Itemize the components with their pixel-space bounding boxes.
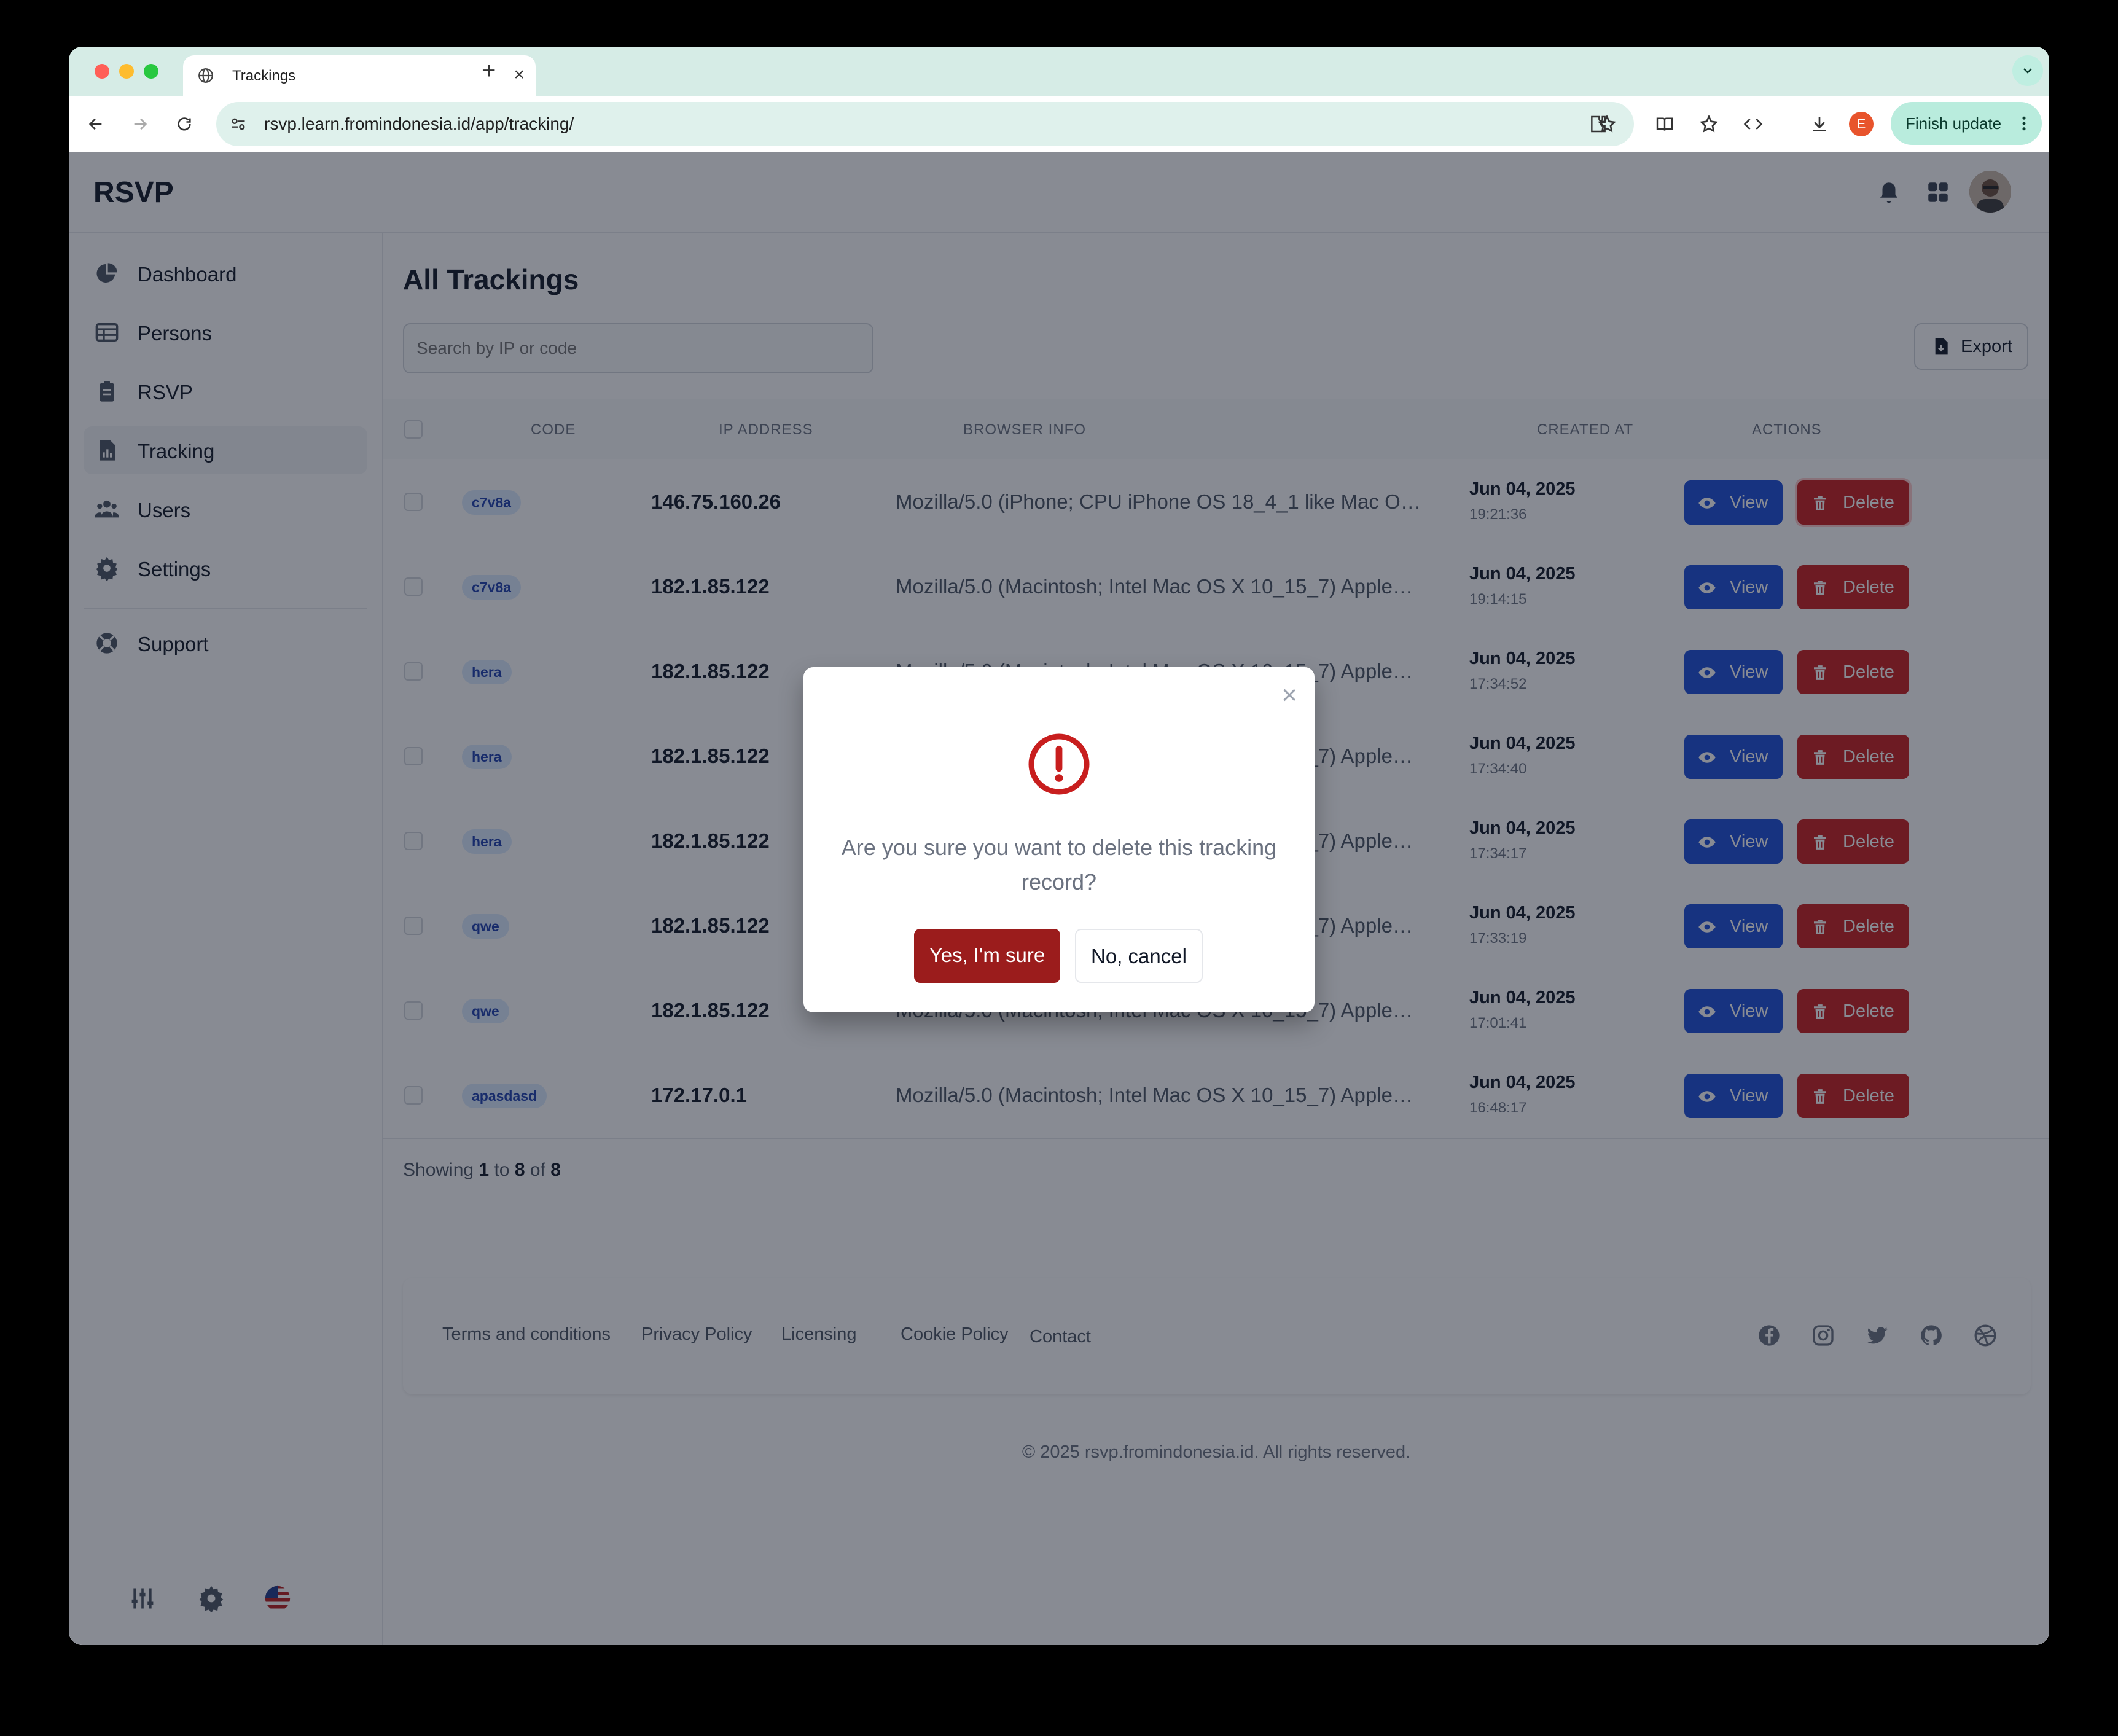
extensions-icon[interactable]	[1584, 109, 1613, 139]
confirm-delete-label: Yes, I'm sure	[929, 944, 1045, 966]
tab-title: Trackings	[232, 68, 296, 84]
tab-strip: Trackings × +	[69, 47, 2049, 96]
back-icon[interactable]	[81, 109, 111, 139]
modal-message: Are you sure you want to delete this tra…	[841, 835, 1277, 894]
maximize-window-button[interactable]	[144, 64, 158, 79]
reload-icon[interactable]	[170, 109, 199, 139]
minimize-window-button[interactable]	[119, 64, 134, 79]
forward-icon[interactable]	[125, 109, 155, 139]
close-icon[interactable]: ×	[1281, 682, 1297, 709]
chevron-down-icon	[2023, 68, 2032, 74]
browser-window: Trackings × + rsvp.learn.fromindonesia.i…	[69, 47, 2049, 1645]
tab-close-icon[interactable]: ×	[514, 64, 525, 86]
site-settings-icon[interactable]	[230, 115, 247, 133]
new-tab-icon[interactable]: +	[482, 55, 496, 86]
address-bar[interactable]: rsvp.learn.fromindonesia.id/app/tracking…	[216, 102, 1634, 146]
download-icon[interactable]	[1805, 109, 1834, 139]
reading-mode-icon[interactable]	[1650, 109, 1679, 139]
confirm-delete-button[interactable]: Yes, I'm sure	[914, 929, 1060, 983]
favorites-icon[interactable]	[1694, 109, 1724, 139]
cancel-button[interactable]: No, cancel	[1075, 929, 1203, 983]
exclamation-circle-icon	[1028, 733, 1090, 795]
url-text: rsvp.learn.fromindonesia.id/app/tracking…	[264, 114, 574, 134]
close-window-button[interactable]	[95, 64, 109, 79]
code-icon[interactable]	[1738, 109, 1768, 139]
profile-avatar[interactable]: E	[1849, 112, 1874, 136]
finish-update-label: Finish update	[1905, 114, 2002, 133]
url-host: rsvp.learn.fromindonesia.id	[264, 114, 471, 133]
cancel-label: No, cancel	[1091, 945, 1187, 968]
url-path: /app/tracking/	[471, 114, 574, 133]
more-vert-icon	[2022, 116, 2026, 131]
finish-update-button[interactable]: Finish update	[1891, 102, 2042, 145]
globe-icon	[198, 68, 213, 83]
tab-search-button[interactable]	[2012, 55, 2043, 86]
delete-confirm-modal: × Are you sure you want to delete this t…	[803, 667, 1315, 1012]
